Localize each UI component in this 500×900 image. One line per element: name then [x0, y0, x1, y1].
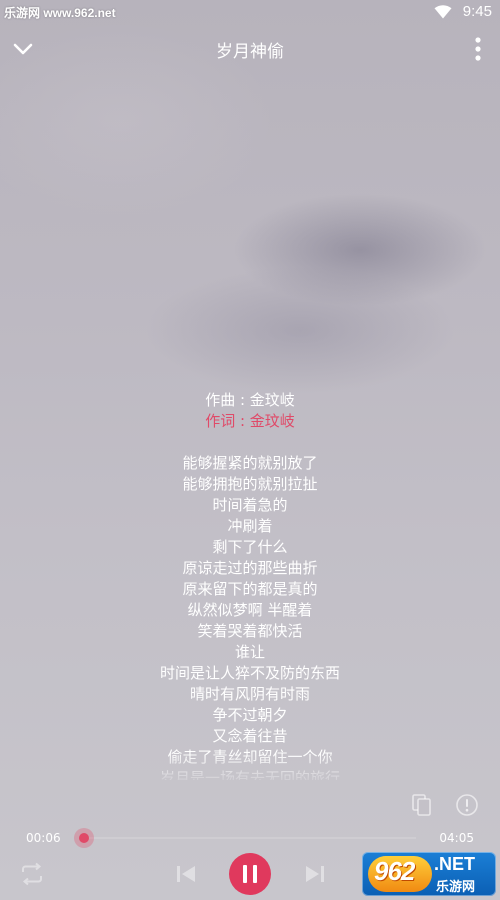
lyric-line: 争不过朝夕	[212, 706, 288, 724]
next-track-button[interactable]	[301, 860, 329, 888]
watermark-text: 乐游网 www.962.net	[4, 6, 116, 20]
more-vertical-icon	[475, 37, 481, 61]
status-bar: 乐游网 www.962.net 9:45	[0, 0, 500, 24]
logo-number: 962	[374, 856, 415, 886]
copy-lyrics-button[interactable]	[410, 793, 434, 817]
repeat-mode-button[interactable]	[18, 860, 46, 888]
lyric-line: 偷走了青丝却留住一个你	[167, 748, 333, 766]
total-time: 04:05	[439, 831, 474, 845]
status-clock: 9:45	[462, 3, 492, 20]
previous-track-button[interactable]	[172, 860, 200, 888]
lyrics-gap	[0, 432, 500, 453]
progress-thumb[interactable]	[74, 828, 94, 848]
lyric-line: 晴时有风阴有时雨	[189, 685, 310, 703]
report-button[interactable]	[455, 793, 479, 817]
lyric-line: 能够握紧的就别放了	[182, 454, 318, 472]
skip-previous-icon	[177, 866, 195, 882]
lyric-line: 谁让	[234, 643, 265, 661]
repeat-icon	[22, 862, 42, 886]
lyric-line: 时间着急的	[212, 496, 288, 514]
lyrics-view[interactable]: 作曲 : 金玟岐 作词 : 金玟岐 能够握紧的就别放了 能够拥抱的就别拉扯 时间着急的…	[0, 390, 500, 780]
lyrics-credits: 作曲 : 金玟岐 作词 : 金玟岐	[0, 390, 500, 432]
logo-suffix: .NET	[434, 854, 476, 874]
more-options-button[interactable]	[466, 34, 490, 64]
lyrics-lines: 能够握紧的就别放了 能够拥抱的就别拉扯 时间着急的冲刷着剩下了什么原谅走过的那些曲折…	[0, 453, 500, 780]
lyric-line: 岁月是一场有去无回的旅行	[159, 769, 340, 780]
lyric-line: 原来留下的都是真的	[182, 580, 318, 598]
current-time: 00:06	[26, 831, 61, 845]
pause-icon	[243, 865, 257, 883]
lyric-line-current: 作词 : 金玟岐	[205, 412, 295, 430]
lyric-line: 作曲 : 金玟岐	[205, 391, 295, 409]
lyric-line: 纵然似梦啊 半醒着	[187, 601, 313, 619]
lyric-line: 又念着往昔	[212, 727, 288, 745]
player-screen: 乐游网 www.962.net 9:45 岁月神偷 作曲 : 金玟岐 作词 : 金…	[0, 0, 500, 900]
header: 岁月神偷	[0, 26, 500, 70]
lyric-line: 剩下了什么	[212, 538, 288, 556]
exclamation-circle-icon	[456, 794, 478, 816]
lyric-line: 笑着哭着都快活	[197, 622, 303, 640]
progress-bar[interactable]	[74, 828, 416, 848]
wifi-icon	[434, 5, 452, 19]
song-title: 岁月神偷	[216, 42, 284, 62]
skip-next-icon	[306, 866, 324, 882]
lyric-line: 冲刷着	[227, 517, 273, 535]
lyric-line: 能够拥抱的就别拉扯	[182, 475, 318, 493]
site-watermark-logo: 962 .NET 乐游网	[362, 852, 496, 896]
lyric-line: 时间是让人猝不及防的东西	[159, 664, 340, 682]
copy-icon	[412, 794, 431, 816]
lyric-line: 原谅走过的那些曲折	[182, 559, 318, 577]
logo-name: 乐游网	[436, 880, 476, 895]
pause-button[interactable]	[229, 853, 271, 895]
